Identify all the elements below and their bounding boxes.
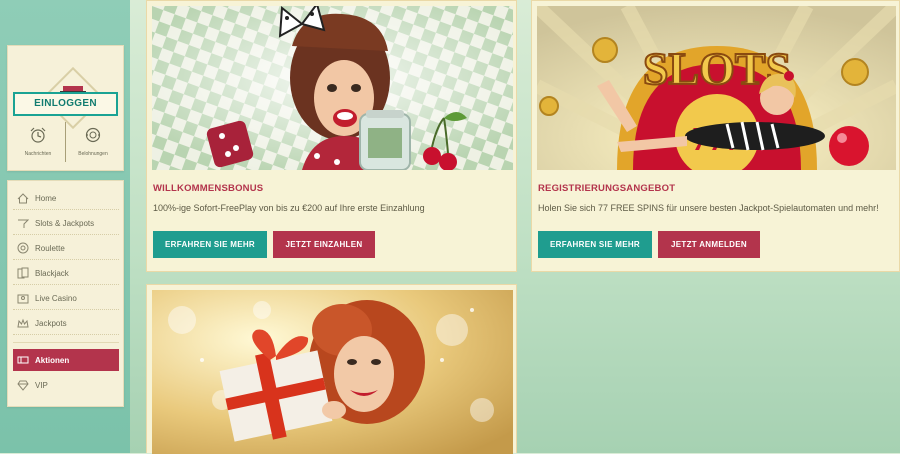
alarm-clock-icon	[30, 127, 46, 143]
dealer-icon	[17, 294, 29, 304]
promo-title: REGISTRIERUNGSANGEBOT	[538, 183, 676, 194]
rewards-label: Belohnungen	[78, 151, 108, 157]
sidebar-item-slots[interactable]: Slots & Jackpots	[13, 212, 119, 235]
promo-image-registration: 777 SLOTS	[537, 6, 896, 170]
register-now-button[interactable]: JETZT ANMELDEN	[658, 231, 760, 258]
rewards-button[interactable]: Belohnungen	[67, 120, 119, 166]
sidebar-item-label: Slots & Jackpots	[35, 218, 95, 228]
sidebar-item-label: VIP	[35, 380, 48, 390]
sidebar-item-label: Live Casino	[35, 293, 77, 303]
messages-label: Nachrichten	[24, 151, 52, 157]
sidebar-item-vip[interactable]: VIP	[13, 374, 119, 396]
crown-icon	[17, 318, 29, 327]
cards-icon	[17, 267, 29, 279]
promo-card-gift	[146, 284, 517, 454]
roulette-icon	[17, 242, 29, 254]
diamond-icon	[17, 380, 29, 391]
nav-divider	[13, 342, 119, 343]
learn-more-button[interactable]: ERFAHREN SIE MEHR	[153, 231, 267, 258]
sidebar-item-label: Aktionen	[35, 355, 70, 365]
messages-button[interactable]: Nachrichten	[12, 120, 64, 166]
main-nav: Home Slots & Jackpots Roulette Blackjack…	[7, 180, 124, 407]
sidebar-item-label: Jackpots	[35, 318, 67, 328]
ticket-icon	[17, 356, 29, 364]
promo-description: 100%-ige Sofort-FreePlay von bis zu €200…	[153, 203, 425, 213]
house-icon	[17, 192, 29, 203]
deposit-now-button[interactable]: JETZT EINZAHLEN	[273, 231, 375, 258]
sidebar-item-blackjack[interactable]: Blackjack	[13, 262, 119, 285]
learn-more-button[interactable]: ERFAHREN SIE MEHR	[538, 231, 652, 258]
quick-divider	[65, 122, 66, 162]
login-button[interactable]: EINLOGGEN	[13, 92, 118, 116]
promo-card-registration: 777 SLOTS REGISTRIERUNGSANGEBOT Holen Si…	[531, 0, 900, 272]
promo-card-welcome: WILLKOMMENSBONUS 100%-ige Sofort-FreePla…	[146, 0, 517, 272]
account-panel: EINLOGGEN Nachrichten Belohnungen	[7, 45, 124, 171]
promo-image-welcome	[152, 6, 513, 170]
cherry-icon	[18, 219, 29, 228]
sidebar-item-label: Home	[35, 193, 57, 203]
sidebar-item-label: Roulette	[35, 243, 65, 253]
sidebar-item-aktionen[interactable]: Aktionen	[13, 349, 119, 371]
sidebar-item-jackpots[interactable]: Jackpots	[13, 312, 119, 335]
sidebar-item-label: Blackjack	[35, 268, 69, 278]
left-rail: EINLOGGEN Nachrichten Belohnungen Home S…	[0, 0, 130, 453]
sidebar-item-roulette[interactable]: Roulette	[13, 237, 119, 260]
promo-title: WILLKOMMENSBONUS	[153, 183, 264, 194]
sidebar-item-home[interactable]: Home	[13, 187, 119, 210]
promo-image-gift	[152, 290, 513, 454]
promo-description: Holen Sie sich 77 FREE SPINS für unsere …	[538, 203, 879, 213]
sidebar-item-live-casino[interactable]: Live Casino	[13, 287, 119, 310]
reward-badge-icon	[85, 127, 101, 143]
